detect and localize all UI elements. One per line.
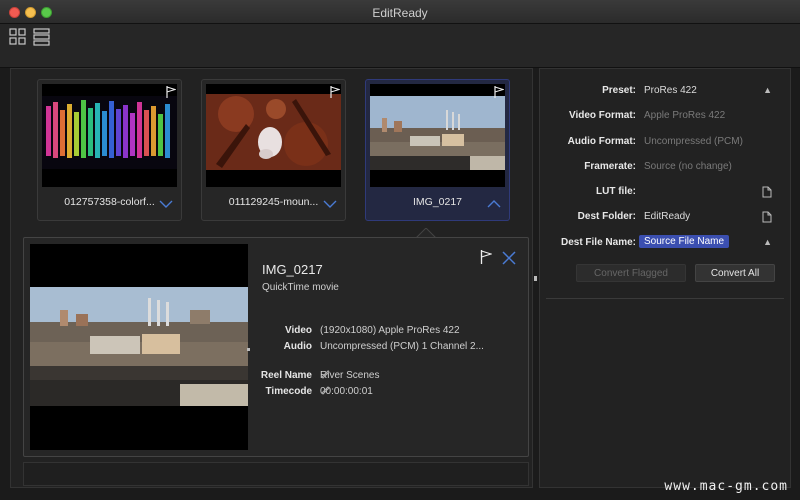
preset-label: Preset: xyxy=(602,85,636,96)
clip-card-selected[interactable]: IMG_0217 xyxy=(365,79,510,221)
clip-browser: 012757358-colorf... 011129245-moun... IM… xyxy=(10,68,537,488)
updown-arrows-icon[interactable]: ▲︎ xyxy=(763,237,772,247)
chevron-down-icon[interactable] xyxy=(323,200,337,208)
flag-icon[interactable] xyxy=(494,86,504,98)
app-window: EditReady 012757358-colorf... 011129245-… xyxy=(0,0,800,500)
dest-folder-label: Dest Folder: xyxy=(577,211,636,222)
video-info-row: Video (1920x1080) Apple ProRes 422 xyxy=(242,325,460,336)
clip-thumbnail[interactable] xyxy=(42,84,177,187)
watermark: www.mac-gm.com xyxy=(664,479,788,494)
grid-icon[interactable] xyxy=(8,28,28,46)
dest-folder-row[interactable]: Dest Folder: EditReady xyxy=(540,211,792,227)
clip-card[interactable]: 011129245-moun... xyxy=(201,79,346,221)
video-format-label: Video Format: xyxy=(568,110,636,121)
preset-row[interactable]: Preset: ProRes 422 ▲︎ xyxy=(540,85,792,101)
toolbar xyxy=(0,24,800,68)
framerate-label: Framerate: xyxy=(584,161,636,172)
settings-panel: Preset: ProRes 422 ▲︎ Video Format: Appl… xyxy=(539,68,791,488)
clip-thumbnail[interactable] xyxy=(370,84,505,187)
dest-file-name-row[interactable]: Dest File Name: Source File Name ▲︎ xyxy=(540,235,792,253)
split-handle[interactable] xyxy=(534,276,537,279)
dest-folder-value[interactable]: EditReady xyxy=(644,211,690,222)
lut-file-label: LUT file: xyxy=(596,186,636,197)
divider xyxy=(546,298,784,299)
timecode-label: Timecode xyxy=(265,386,313,397)
preset-select[interactable]: ProRes 422 xyxy=(644,85,697,96)
clip-card[interactable]: 012757358-colorf... xyxy=(37,79,182,221)
clip-thumbnail[interactable] xyxy=(206,84,341,187)
list-icon[interactable] xyxy=(32,28,52,46)
reel-label: Reel Name xyxy=(260,370,312,381)
updown-arrows-icon[interactable]: ▲︎ xyxy=(763,85,772,95)
video-value: (1920x1080) Apple ProRes 422 xyxy=(320,325,460,336)
window-title: EditReady xyxy=(372,6,428,20)
audio-info-row: Audio Uncompressed (PCM) 1 Channel 2... xyxy=(242,341,484,352)
audio-format-label: Audio Format: xyxy=(567,136,636,147)
flag-icon[interactable] xyxy=(166,86,176,98)
lut-file-row[interactable]: LUT file: xyxy=(540,186,792,202)
framerate-row: Framerate: Source (no change) xyxy=(540,161,792,177)
clip-title: IMG_0217 xyxy=(262,262,323,277)
video-format-row: Video Format: Apple ProRes 422 xyxy=(540,110,792,126)
reel-name-row[interactable]: Reel Name River Scenes xyxy=(242,370,380,381)
video-preview[interactable] xyxy=(30,244,248,450)
convert-all-button[interactable]: Convert All xyxy=(695,264,775,282)
file-icon[interactable] xyxy=(762,186,772,198)
dest-file-name-label: Dest File Name: xyxy=(560,237,636,248)
flag-icon[interactable] xyxy=(480,250,492,264)
audio-format-value: Uncompressed (PCM) xyxy=(644,136,743,147)
split-handle[interactable] xyxy=(247,348,250,351)
video-label: Video xyxy=(284,325,312,336)
close-icon[interactable] xyxy=(502,251,516,265)
video-format-value: Apple ProRes 422 xyxy=(644,110,726,121)
timecode-row[interactable]: Timecode 00:00:00:01 xyxy=(242,386,373,397)
chevron-down-icon[interactable] xyxy=(159,200,173,208)
convert-flagged-button[interactable]: Convert Flagged xyxy=(576,264,686,282)
audio-label: Audio xyxy=(283,341,312,352)
file-icon[interactable] xyxy=(762,211,772,223)
edit-tag-icon[interactable] xyxy=(320,369,330,379)
dest-file-name-select[interactable]: Source File Name xyxy=(639,235,730,248)
chevron-up-icon[interactable] xyxy=(487,200,501,208)
title-bar: EditReady xyxy=(0,0,800,24)
audio-format-row: Audio Format: Uncompressed (PCM) xyxy=(540,136,792,152)
audio-value: Uncompressed (PCM) 1 Channel 2... xyxy=(320,341,484,352)
flag-icon[interactable] xyxy=(330,86,340,98)
edit-tag-icon[interactable] xyxy=(320,385,330,395)
clip-detail-panel: IMG_0217 QuickTime movie Video (1920x1080… xyxy=(23,237,529,457)
clip-type: QuickTime movie xyxy=(262,282,339,293)
framerate-value: Source (no change) xyxy=(644,161,732,172)
status-strip xyxy=(23,462,529,486)
